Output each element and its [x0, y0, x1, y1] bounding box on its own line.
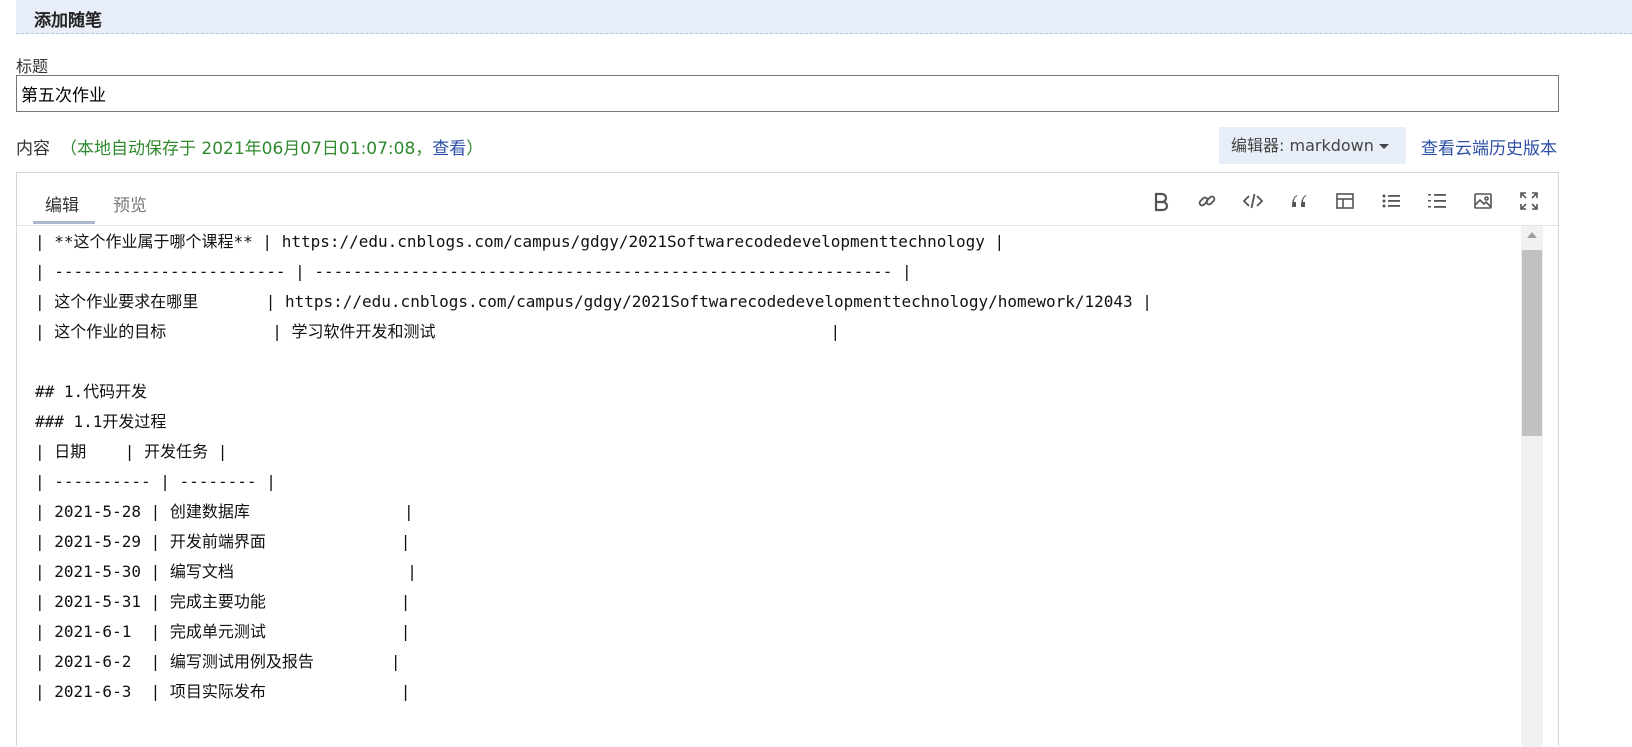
view-autosave-link[interactable]: 查看	[432, 139, 466, 159]
scroll-up-arrow-icon[interactable]	[1527, 232, 1537, 238]
code-line: | 这个作业的目标 | 学习软件开发和测试 |	[35, 322, 841, 341]
link-icon[interactable]	[1196, 190, 1218, 212]
code-line: | ---------- | -------- |	[35, 472, 276, 491]
code-line: | 2021-5-30 | 编写文档 |	[35, 562, 417, 581]
code-line: | 2021-6-2 | 编写测试用例及报告 |	[35, 652, 401, 671]
code-line: | 2021-5-28 | 创建数据库 |	[35, 502, 414, 521]
bold-icon[interactable]	[1150, 190, 1172, 212]
code-icon[interactable]	[1242, 190, 1264, 212]
fullscreen-icon[interactable]	[1518, 190, 1540, 212]
ordered-list-icon[interactable]	[1426, 190, 1448, 212]
code-line: | 2021-6-1 | 完成单元测试 |	[35, 622, 411, 641]
editor-scrollbar[interactable]	[1521, 226, 1543, 747]
image-icon[interactable]	[1472, 190, 1494, 212]
content-label: 内容	[16, 139, 50, 159]
code-line: | 2021-5-31 | 完成主要功能 |	[35, 592, 411, 611]
title-input[interactable]	[16, 75, 1559, 112]
cloud-history-link[interactable]: 查看云端历史版本	[1421, 134, 1557, 159]
title-label: 标题	[16, 57, 49, 76]
code-line: | 日期 | 开发任务 |	[35, 442, 228, 461]
content-header: 内容 （本地自动保存于 2021年06月07日01:07:08，查看）	[16, 134, 483, 159]
code-line: | ------------------------ | -----------…	[35, 262, 912, 281]
code-line: | 2021-6-3 | 项目实际发布 |	[35, 682, 411, 701]
markdown-editor: 编辑 预览 | **这个作业属于哪个课程** | https://edu.cnb…	[16, 172, 1559, 747]
tab-preview[interactable]: 预览	[113, 191, 147, 216]
editor-select[interactable]: 编辑器: markdown	[1219, 127, 1406, 164]
markdown-textarea[interactable]: | **这个作业属于哪个课程** | https://edu.cnblogs.c…	[17, 226, 1520, 747]
autosave-status: （本地自动保存于 2021年06月07日01:07:08，查看）	[60, 139, 484, 159]
table-icon[interactable]	[1334, 190, 1356, 212]
tab-edit[interactable]: 编辑	[45, 191, 79, 216]
caret-down-icon	[1378, 144, 1389, 149]
editor-toolbar: 编辑 预览	[17, 173, 1558, 226]
code-line: | **这个作业属于哪个课程** | https://edu.cnblogs.c…	[35, 232, 1005, 251]
quote-icon[interactable]	[1288, 190, 1310, 212]
code-line: | 这个作业要求在哪里 | https://edu.cnblogs.com/ca…	[35, 292, 1152, 311]
code-line: ## 1.代码开发	[35, 382, 148, 401]
unordered-list-icon[interactable]	[1380, 190, 1402, 212]
code-line: ### 1.1开发过程	[35, 412, 167, 431]
active-tab-indicator	[33, 221, 95, 224]
page-header: 添加随笔	[16, 0, 1632, 34]
code-line: | 2021-5-29 | 开发前端界面 |	[35, 532, 411, 551]
page-title: 添加随笔	[34, 11, 102, 31]
scroll-thumb[interactable]	[1522, 250, 1542, 436]
